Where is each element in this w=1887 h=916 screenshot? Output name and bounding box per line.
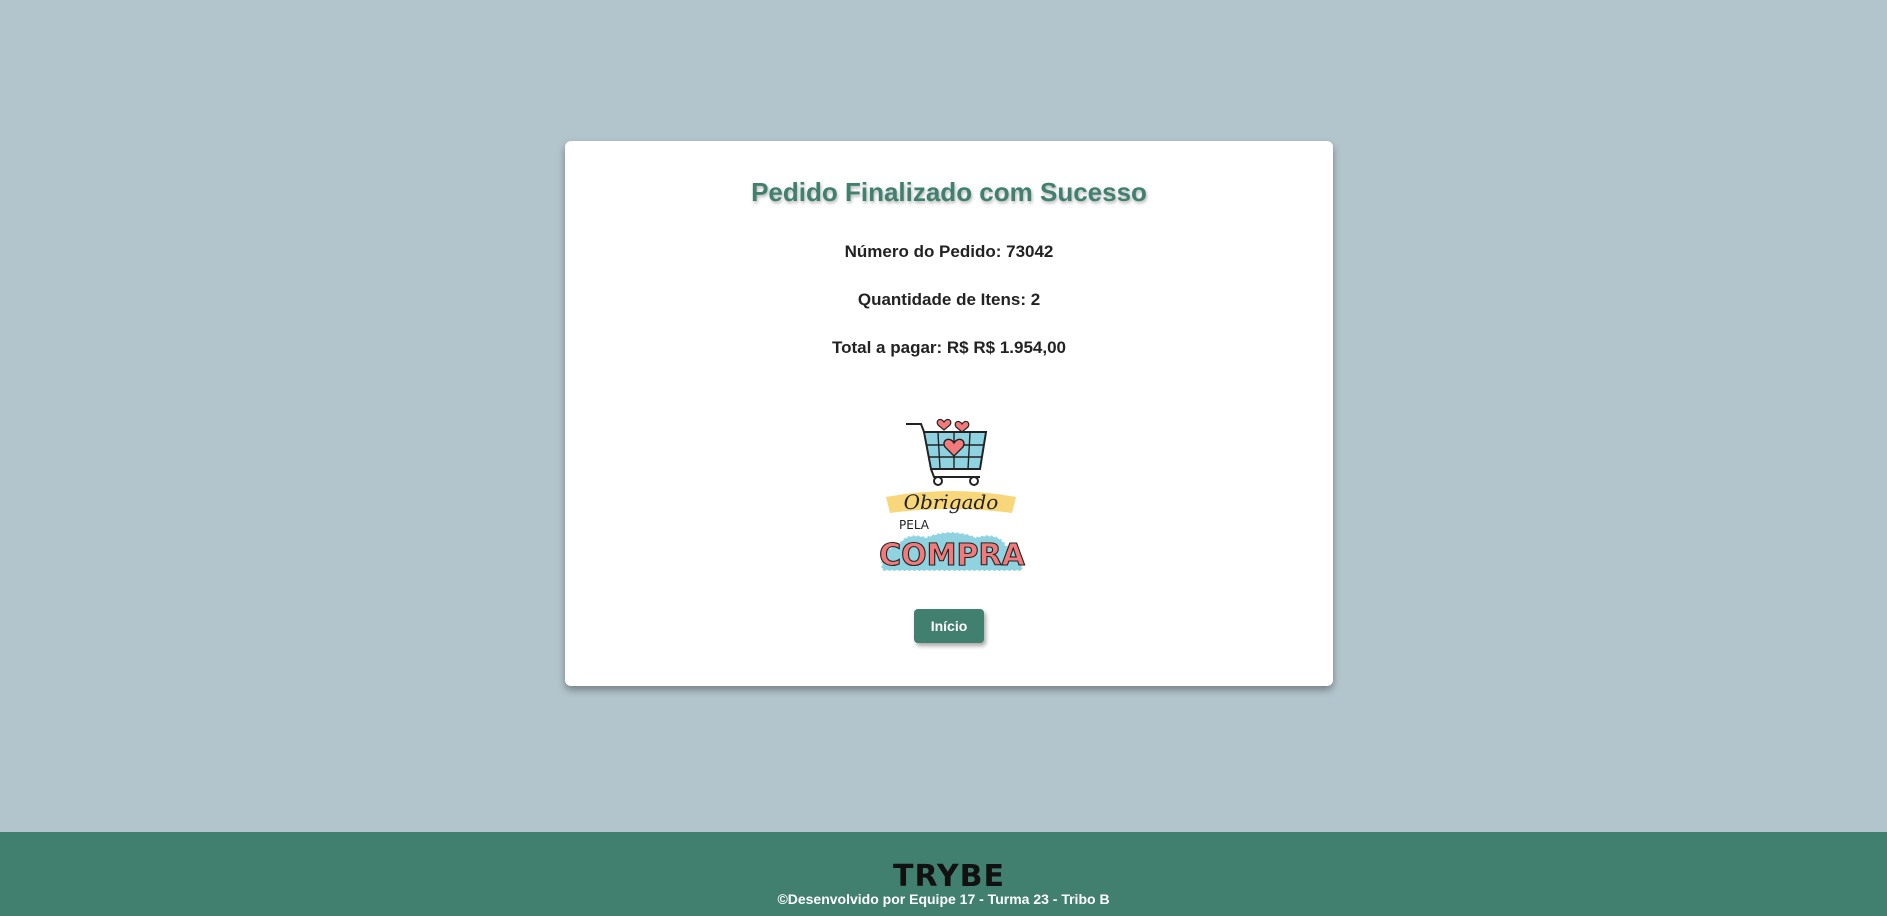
- svg-text:Obrigado: Obrigado: [904, 490, 999, 514]
- order-confirmation-card: Pedido Finalizado com Sucesso Número do …: [565, 141, 1333, 686]
- page-title: Pedido Finalizado com Sucesso: [751, 177, 1147, 207]
- shopping-cart-icon: [906, 423, 988, 486]
- trybe-logo: TRYBE: [893, 860, 1005, 890]
- footer-credit: ©Desenvolvido por Equipe 17 - Turma 23 -…: [777, 891, 1110, 907]
- svg-text:TRYBE: TRYBE: [893, 860, 1005, 890]
- page: Pedido Finalizado com Sucesso Número do …: [0, 0, 1887, 916]
- svg-text:COMPRA: COMPRA: [879, 538, 1025, 573]
- order-number: Número do Pedido: 73042: [844, 242, 1054, 261]
- footer: TRYBE ©Desenvolvido por Equipe 17 - Turm…: [0, 832, 1887, 916]
- thank-you-illustration: Obrigado PELA COMPRA: [879, 418, 1026, 574]
- order-total: Total a pagar: R$ R$ 1.954,00: [831, 338, 1066, 357]
- home-button[interactable]: Início: [914, 609, 984, 643]
- item-count: Quantidade de Itens: 2: [857, 290, 1041, 309]
- svg-text:PELA: PELA: [899, 518, 930, 532]
